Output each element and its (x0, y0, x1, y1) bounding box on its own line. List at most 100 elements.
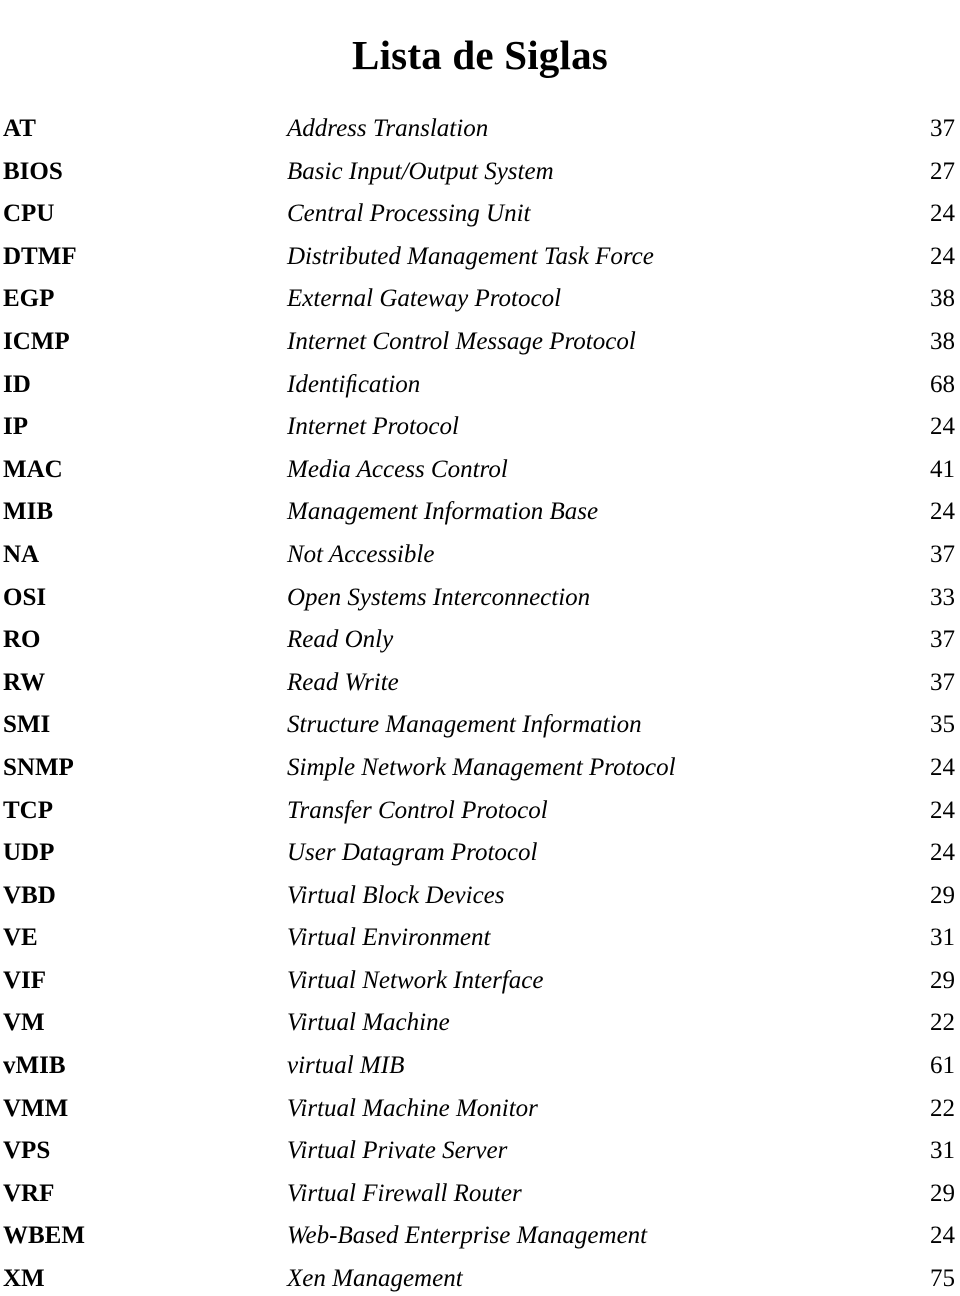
acronym-description: Internet Protocol (287, 413, 459, 441)
acronym-page-number: 41 (930, 455, 955, 483)
acronym-row: SNMP Simple Network Management Protocol 24 (0, 753, 960, 796)
acronym-page-number: 22 (930, 1009, 955, 1037)
acronym-page-number: 31 (930, 1137, 955, 1165)
acronym-page-number: 37 (930, 668, 955, 696)
acronym-page-number: 24 (930, 498, 955, 526)
acronym-row: ICMP Internet Control Message Protocol 38 (0, 327, 960, 370)
acronym-description: Management Information Base (287, 498, 599, 526)
acronym-row: SMI Structure Management Information 35 (0, 710, 960, 753)
acronym-abbreviation: DTMF (3, 242, 77, 270)
acronym-row: XM Xen Management 75 (0, 1264, 960, 1296)
acronym-description: Identiﬁcation (287, 370, 421, 398)
acronym-row: BIOS Basic Input/Output System 27 (0, 157, 960, 200)
acronym-description: virtual MIB (287, 1052, 405, 1080)
acronym-description: External Gateway Protocol (287, 285, 562, 313)
acronym-page-number: 29 (930, 881, 955, 909)
acronym-page-number: 24 (930, 1222, 955, 1250)
acronym-page-number: 22 (930, 1094, 955, 1122)
acronym-description: Central Processing Unit (287, 200, 531, 228)
acronym-abbreviation: VMM (3, 1094, 69, 1122)
acronym-description: Not Accessible (287, 540, 435, 568)
acronym-page-number: 31 (930, 924, 955, 952)
acronym-description: Virtual Firewall Router (287, 1179, 522, 1207)
acronym-description: Virtual Block Devices (287, 881, 505, 909)
acronym-abbreviation: EGP (3, 285, 55, 313)
acronym-list: AT Address Translation 37 BIOS Basic Input/O… (0, 114, 960, 1296)
acronym-abbreviation: CPU (3, 200, 55, 228)
acronym-abbreviation: AT (3, 115, 36, 142)
acronym-description: Structure Management Information (287, 711, 642, 739)
acronym-row: AT Address Translation 37 (0, 114, 960, 157)
acronym-row: VE Virtual Environment 31 (0, 923, 960, 966)
acronym-abbreviation: SNMP (3, 753, 74, 781)
acronym-page-number: 27 (930, 157, 955, 185)
acronym-abbreviation: RW (3, 668, 46, 696)
acronym-row: OSI Open Systems Interconnection 33 (0, 583, 960, 626)
acronym-description: Internet Control Message Protocol (287, 327, 636, 355)
acronym-page-number: 37 (930, 115, 955, 142)
acronym-page-number: 38 (930, 327, 955, 355)
acronym-row: VMM Virtual Machine Monitor 22 (0, 1094, 960, 1137)
acronym-row: NA Not Accessible 37 (0, 540, 960, 583)
acronym-abbreviation: SMI (3, 711, 51, 739)
acronym-row: WBEM Web-Based Enterprise Management 24 (0, 1221, 960, 1264)
acronym-page-number: 24 (930, 413, 955, 441)
acronym-description: Address Translation (287, 115, 489, 142)
acronym-abbreviation: VBD (3, 881, 56, 909)
acronym-page-number: 37 (930, 540, 955, 568)
acronym-page-number: 75 (930, 1265, 955, 1293)
acronym-row: TCP Transfer Control Protocol 24 (0, 796, 960, 839)
acronym-row: MIB Management Information Base 24 (0, 497, 960, 540)
acronym-page-number: 24 (930, 796, 955, 824)
acronym-row: DTMF Distributed Management Task Force 24 (0, 242, 960, 285)
acronym-description: Read Only (287, 626, 394, 654)
acronym-row: MAC Media Access Control 41 (0, 455, 960, 498)
acronym-page-number: 38 (930, 285, 955, 313)
acronym-abbreviation: MAC (3, 455, 63, 483)
acronym-abbreviation: WBEM (3, 1222, 85, 1250)
acronym-abbreviation: vMIB (3, 1052, 66, 1080)
acronym-page-number: 37 (930, 626, 955, 654)
acronym-abbreviation: VRF (3, 1179, 55, 1207)
acronym-abbreviation: NA (3, 540, 40, 568)
acronym-page-number: 24 (930, 242, 955, 270)
acronym-description: Virtual Environment (287, 924, 491, 952)
page-title: Lista de Siglas (352, 32, 608, 79)
acronym-page-number: 24 (930, 839, 955, 867)
acronym-row: VM Virtual Machine 22 (0, 1008, 960, 1051)
acronym-abbreviation: ICMP (3, 327, 70, 355)
acronym-description: Read Write (287, 668, 399, 696)
acronym-abbreviation: TCP (3, 796, 53, 824)
acronym-description: Virtual Machine (287, 1009, 450, 1037)
acronym-description: Media Access Control (287, 455, 508, 483)
acronym-row: RW Read Write 37 (0, 668, 960, 711)
acronym-row: EGP External Gateway Protocol 38 (0, 284, 960, 327)
acronym-description: Basic Input/Output System (287, 157, 554, 185)
acronym-page-number: 24 (930, 200, 955, 228)
acronym-page-number: 33 (930, 583, 955, 611)
acronym-description: Virtual Network Interface (287, 966, 544, 994)
acronym-description: User Datagram Protocol (287, 839, 538, 867)
acronym-description: Simple Network Management Protocol (287, 753, 676, 781)
acronym-page-number: 24 (930, 753, 955, 781)
acronym-abbreviation: XM (3, 1265, 45, 1293)
acronym-page-number: 29 (930, 966, 955, 994)
acronym-abbreviation: MIB (3, 498, 53, 526)
acronym-page-number: 61 (930, 1052, 955, 1080)
acronym-abbreviation: UDP (3, 839, 55, 867)
acronym-row: ID Identiﬁcation 68 (0, 370, 960, 413)
acronym-abbreviation: OSI (3, 583, 47, 611)
acronym-abbreviation: IP (3, 413, 28, 441)
acronym-row: VIF Virtual Network Interface 29 (0, 966, 960, 1009)
acronym-description: Virtual Private Server (287, 1137, 508, 1165)
acronym-description: Xen Management (287, 1265, 463, 1293)
acronym-abbreviation: VM (3, 1009, 45, 1037)
acronym-abbreviation: ID (3, 370, 31, 398)
acronym-row: IP Internet Protocol 24 (0, 412, 960, 455)
acronym-page-number: 35 (930, 711, 955, 739)
acronym-row: CPU Central Processing Unit 24 (0, 199, 960, 242)
acronym-row: VBD Virtual Block Devices 29 (0, 881, 960, 924)
acronym-description: Web-Based Enterprise Management (287, 1222, 648, 1250)
acronym-row: VPS Virtual Private Server 31 (0, 1136, 960, 1179)
acronym-row: RO Read Only 37 (0, 625, 960, 668)
